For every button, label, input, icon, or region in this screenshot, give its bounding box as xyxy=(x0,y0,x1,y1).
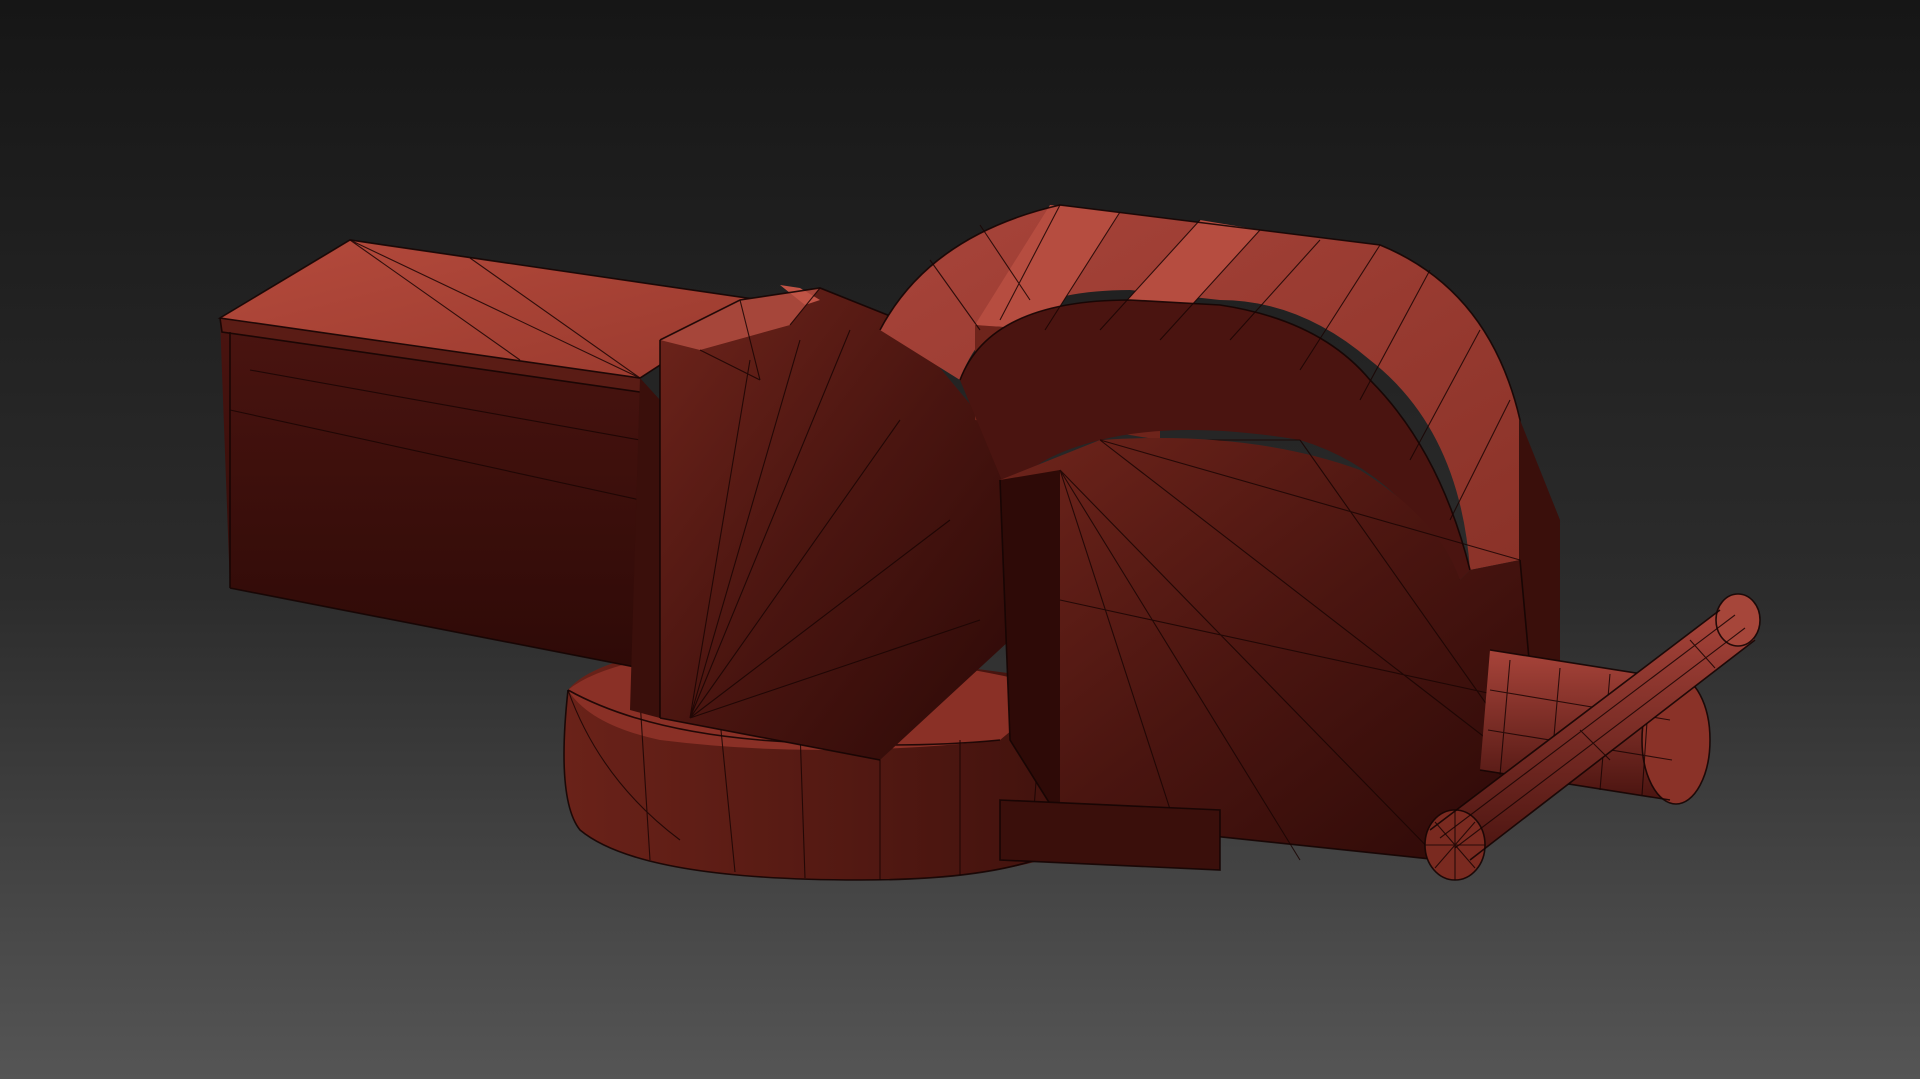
3d-viewport[interactable] xyxy=(0,0,1920,1079)
render-canvas xyxy=(0,0,1920,1079)
